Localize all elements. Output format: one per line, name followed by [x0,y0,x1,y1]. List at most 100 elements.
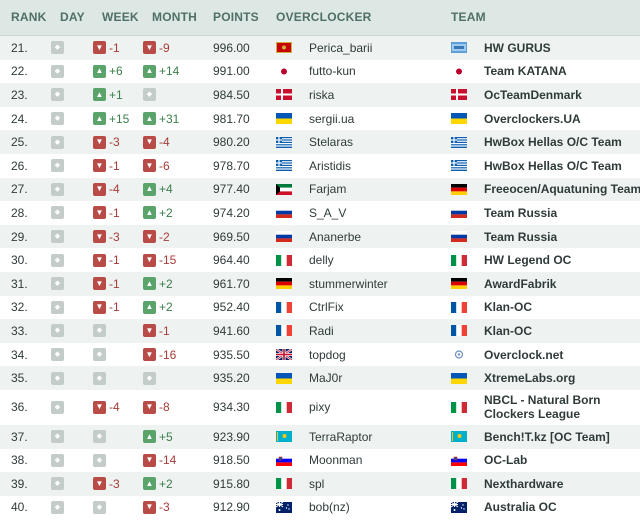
team-link[interactable]: Team KATANA [484,64,567,78]
overclocker-link[interactable]: stummerwinter [309,277,388,291]
overclocker-link[interactable]: spl [309,477,324,491]
team-cell[interactable]: NBCL - Natural Born Clockers League [484,390,634,425]
team-cell[interactable]: Nexthardware [484,472,563,496]
header-overclocker[interactable]: OVERCLOCKER [276,10,372,24]
team-cell[interactable]: HW GURUS [484,36,551,60]
overclocker-link[interactable]: CtrlFix [309,300,344,314]
overclocker-link[interactable]: MaJ0r [309,371,342,385]
team-link[interactable]: AwardFabrik [484,277,556,291]
team-link[interactable]: HW Legend OC [484,253,571,267]
overclocker-cell[interactable]: TerraRaptor [309,425,372,449]
overclocker-cell[interactable]: Radi [309,319,334,343]
team-cell[interactable]: Team KATANA [484,60,567,84]
day-change-cell: ◆ [51,425,67,449]
overclocker-cell[interactable]: S_A_V [309,201,346,225]
overclocker-cell[interactable]: topdog [309,343,346,367]
overclocker-cell[interactable]: riska [309,83,334,107]
overclocker-link[interactable]: sergii.ua [309,112,354,126]
overclocker-cell[interactable]: Moonman [309,449,362,473]
australia-flag-icon [275,501,292,513]
header-day[interactable]: DAY [60,10,85,24]
overclocker-link[interactable]: Stelaras [309,135,353,149]
team-cell[interactable]: Overclockers.UA [484,107,581,131]
overclocker-link[interactable]: futto-kun [309,64,356,78]
overclocker-cell[interactable]: sergii.ua [309,107,354,131]
header-month[interactable]: MONTH [152,10,197,24]
overclocker-cell[interactable]: Perica_barii [309,36,372,60]
overclocker-link[interactable]: riska [309,88,334,102]
team-link[interactable]: XtremeLabs.org [484,371,575,385]
day-change-cell: ◆ [51,449,67,473]
team-cell[interactable]: Klan-OC [484,319,532,343]
overclocker-link[interactable]: Aristidis [309,159,351,173]
team-link[interactable]: Freeocen/Aquatuning Team [484,182,640,196]
overclocker-cell[interactable]: Aristidis [309,154,351,178]
arrow-down-icon: ▼ [143,253,156,267]
team-cell[interactable]: HW Legend OC [484,248,571,272]
overclocker-cell[interactable]: futto-kun [309,60,356,84]
team-link[interactable]: Team Russia [484,230,557,244]
team-link[interactable]: Overclockers.UA [484,112,581,126]
team-link[interactable]: OcTeamDenmark [484,88,582,102]
overclocker-cell[interactable]: spl [309,472,324,496]
team-cell[interactable]: Klan-OC [484,296,532,320]
overclocker-link[interactable]: Moonman [309,453,362,467]
overclocker-link[interactable]: delly [309,253,334,267]
ranking-table: RANK DAY WEEK MONTH POINTS OVERCLOCKER T… [0,0,640,525]
team-link[interactable]: HwBox Hellas O/C Team [484,135,622,149]
team-link[interactable]: NBCL - Natural Born Clockers League [484,393,634,421]
overclocker-link[interactable]: S_A_V [309,206,346,220]
overclocker-cell[interactable]: Farjam [309,178,346,202]
team-cell[interactable]: Overclock.net [484,343,563,367]
overclocker-link[interactable]: Perica_barii [309,41,372,55]
team-cell[interactable]: HwBox Hellas O/C Team [484,154,622,178]
header-points[interactable]: POINTS [213,10,259,24]
team-cell[interactable]: XtremeLabs.org [484,366,575,390]
overclocker-cell[interactable]: Ananerbe [309,225,361,249]
month-change-value: -15 [159,253,177,268]
overclocker-link[interactable]: TerraRaptor [309,430,372,444]
overclocker-link[interactable]: Ananerbe [309,230,361,244]
overclocker-link[interactable]: Farjam [309,182,346,196]
month-change-value: +2 [159,205,173,220]
team-cell[interactable]: Team Russia [484,201,557,225]
team-cell[interactable]: OC-Lab [484,449,527,473]
overclocker-cell[interactable]: delly [309,248,334,272]
header-week[interactable]: WEEK [102,10,139,24]
no-change-icon: ◆ [51,230,64,244]
team-link[interactable]: OC-Lab [484,453,527,467]
team-flag-cell [451,425,467,449]
overclocker-link[interactable]: topdog [309,348,346,362]
team-link[interactable]: HwBox Hellas O/C Team [484,159,622,173]
overclocker-link[interactable]: bob(nz) [309,500,350,514]
overclocker-cell[interactable]: Stelaras [309,130,353,154]
header-team[interactable]: TEAM [451,10,486,24]
team-link[interactable]: Klan-OC [484,324,532,338]
team-link[interactable]: Australia OC [484,500,557,514]
overclocker-link[interactable]: Radi [309,324,334,338]
overclocker-cell[interactable]: stummerwinter [309,272,388,296]
overclocker-cell[interactable]: bob(nz) [309,496,350,520]
team-cell[interactable]: Australia OC [484,496,557,520]
team-link[interactable]: Overclock.net [484,348,563,362]
month-change-cell: ▼ -9 [143,36,170,60]
rank-value: 21. [11,40,28,55]
team-link[interactable]: Team Russia [484,206,557,220]
overclocker-cell[interactable]: MaJ0r [309,366,342,390]
team-cell[interactable]: HwBox Hellas O/C Team [484,130,622,154]
overclocker-link[interactable]: pixy [309,400,330,414]
team-link[interactable]: HW GURUS [484,41,551,55]
points-value: 984.50 [213,87,250,102]
team-cell[interactable]: AwardFabrik [484,272,556,296]
team-cell[interactable]: Bench!T.kz [OC Team] [484,425,610,449]
overclocker-cell[interactable]: CtrlFix [309,296,344,320]
team-link[interactable]: Klan-OC [484,300,532,314]
team-cell[interactable]: Freeocen/Aquatuning Team [484,178,640,202]
team-cell[interactable]: Team Russia [484,225,557,249]
no-change-icon: ◆ [51,135,64,149]
header-rank[interactable]: RANK [11,10,46,24]
team-cell[interactable]: OcTeamDenmark [484,83,582,107]
team-link[interactable]: Nexthardware [484,477,563,491]
team-link[interactable]: Bench!T.kz [OC Team] [484,430,610,444]
overclocker-cell[interactable]: pixy [309,390,330,425]
